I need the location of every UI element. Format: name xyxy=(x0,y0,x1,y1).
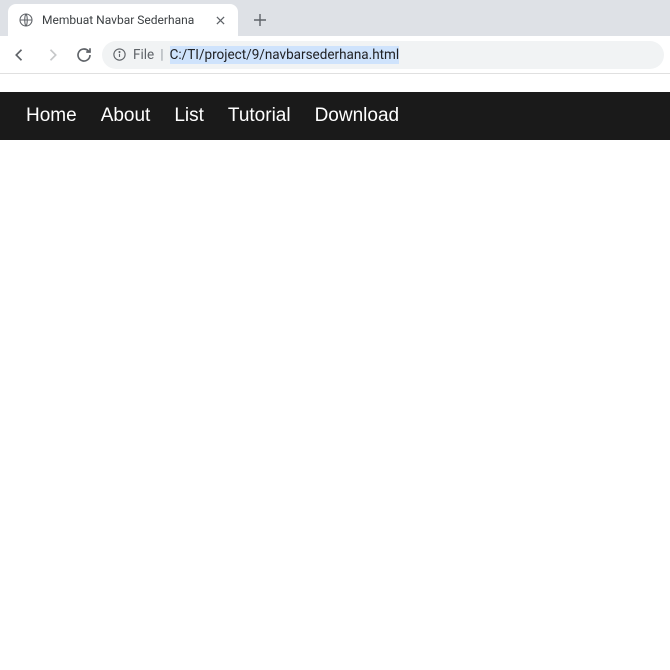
nav-link-tutorial[interactable]: Tutorial xyxy=(216,105,303,127)
browser-chrome: Membuat Navbar Sederhana xyxy=(0,0,670,74)
browser-tab-active[interactable]: Membuat Navbar Sederhana xyxy=(8,4,238,36)
page-navbar: Home About List Tutorial Download xyxy=(0,92,670,140)
new-tab-button[interactable] xyxy=(246,6,274,34)
nav-link-download[interactable]: Download xyxy=(303,105,412,127)
url-divider: | xyxy=(160,47,163,63)
reload-button[interactable] xyxy=(70,41,98,69)
tab-title: Membuat Navbar Sederhana xyxy=(42,13,212,27)
info-icon xyxy=(112,47,127,62)
tab-strip: Membuat Navbar Sederhana xyxy=(0,0,670,36)
nav-link-home[interactable]: Home xyxy=(14,105,89,127)
globe-icon xyxy=(18,12,34,28)
forward-button[interactable] xyxy=(38,41,66,69)
back-button[interactable] xyxy=(6,41,34,69)
url-path: C:/TI/project/9/navbarsederhana.html xyxy=(170,46,400,64)
page-content: Home About List Tutorial Download xyxy=(0,92,670,140)
browser-toolbar: File | C:/TI/project/9/navbarsederhana.h… xyxy=(0,36,670,74)
nav-link-list[interactable]: List xyxy=(162,105,216,127)
nav-link-about[interactable]: About xyxy=(89,105,163,127)
address-bar[interactable]: File | C:/TI/project/9/navbarsederhana.h… xyxy=(102,41,664,69)
url-protocol-label: File xyxy=(133,47,154,63)
close-icon[interactable] xyxy=(212,12,228,28)
